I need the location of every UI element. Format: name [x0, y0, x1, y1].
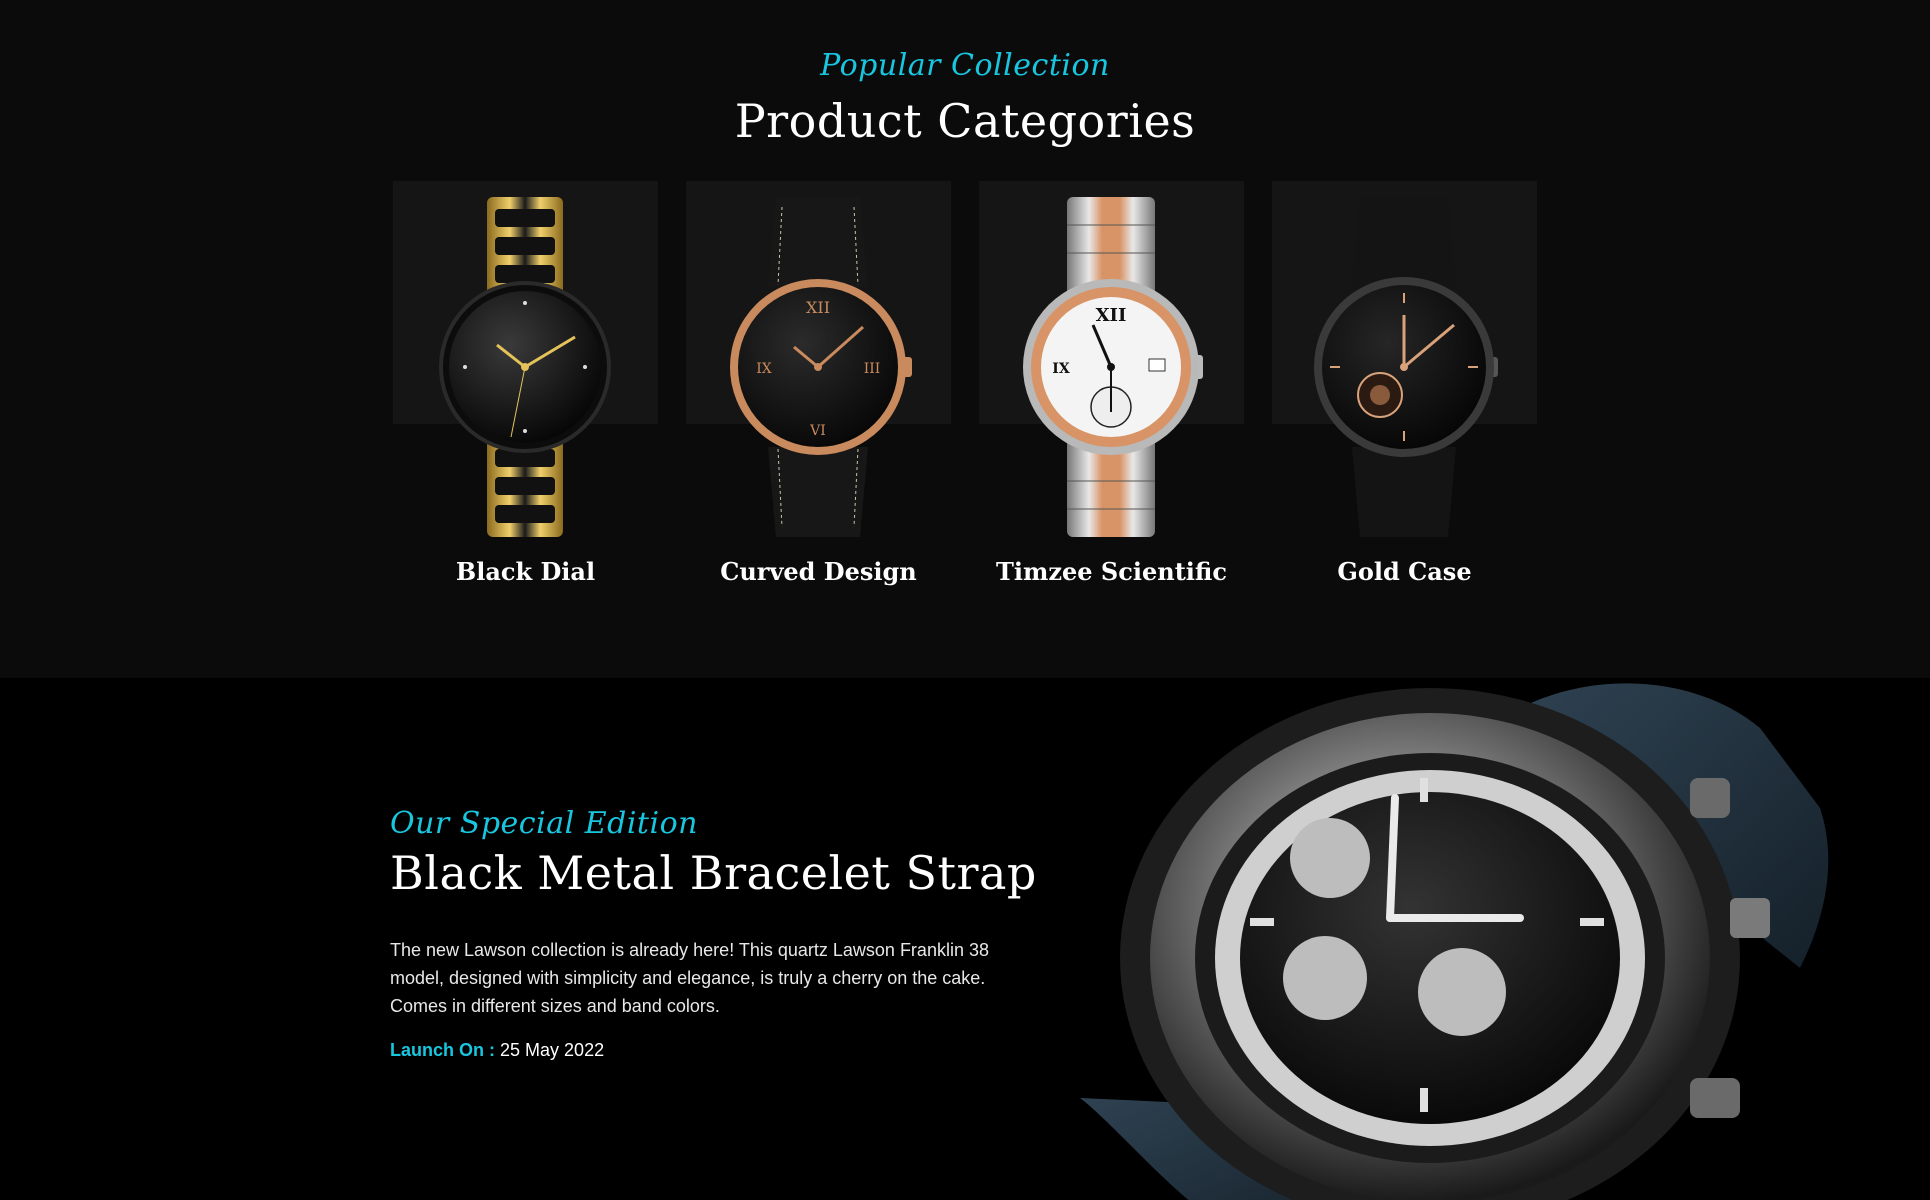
svg-text:III: III — [864, 361, 881, 377]
launch-info: Launch On : 25 May 2022 — [390, 1040, 604, 1061]
launch-label: Launch On : — [390, 1040, 495, 1060]
product-categories-section: Popular Collection Product Categories Bl… — [0, 0, 1930, 678]
category-card-gold-case[interactable]: Gold Case — [1272, 181, 1537, 621]
svg-text:IX: IX — [1052, 361, 1070, 377]
launch-date: 25 May 2022 — [500, 1040, 605, 1060]
svg-text:IX: IX — [756, 361, 772, 377]
section-subtitle: Popular Collection — [820, 48, 1110, 83]
two-tone-chronograph-watch-icon: XII IX — [1023, 197, 1203, 537]
rose-gold-leather-watch-icon: XII IX III VI — [730, 197, 912, 537]
category-card-timzee-scientific[interactable]: XII IX Timzee Scientific — [979, 181, 1244, 621]
category-list: Black Dial XII IX III VI Curved Design X… — [393, 181, 1537, 621]
edition-title: Black Metal Bracelet Strap — [390, 846, 1037, 900]
section-title: Product Categories — [734, 94, 1196, 148]
skeleton-leather-watch-icon — [1314, 197, 1498, 537]
category-card-curved-design[interactable]: XII IX III VI Curved Design — [686, 181, 951, 621]
category-label: Timzee Scientific — [996, 557, 1227, 586]
edition-subtitle: Our Special Edition — [390, 806, 698, 841]
svg-text:XII: XII — [806, 298, 830, 317]
category-label: Black Dial — [455, 557, 596, 586]
svg-text:XII: XII — [1096, 305, 1127, 326]
special-edition-section: Our Special Edition Black Metal Bracelet… — [0, 678, 1930, 1200]
category-label: Gold Case — [1337, 557, 1472, 586]
category-card-black-dial[interactable]: Black Dial — [393, 181, 658, 621]
svg-text:VI: VI — [809, 423, 826, 439]
edition-description: The new Lawson collection is already her… — [390, 940, 989, 1016]
category-label: Curved Design — [720, 557, 917, 586]
gold-black-ceramic-watch-icon — [439, 197, 611, 537]
chronograph-watch-leather-strap-image — [1080, 683, 1829, 1200]
